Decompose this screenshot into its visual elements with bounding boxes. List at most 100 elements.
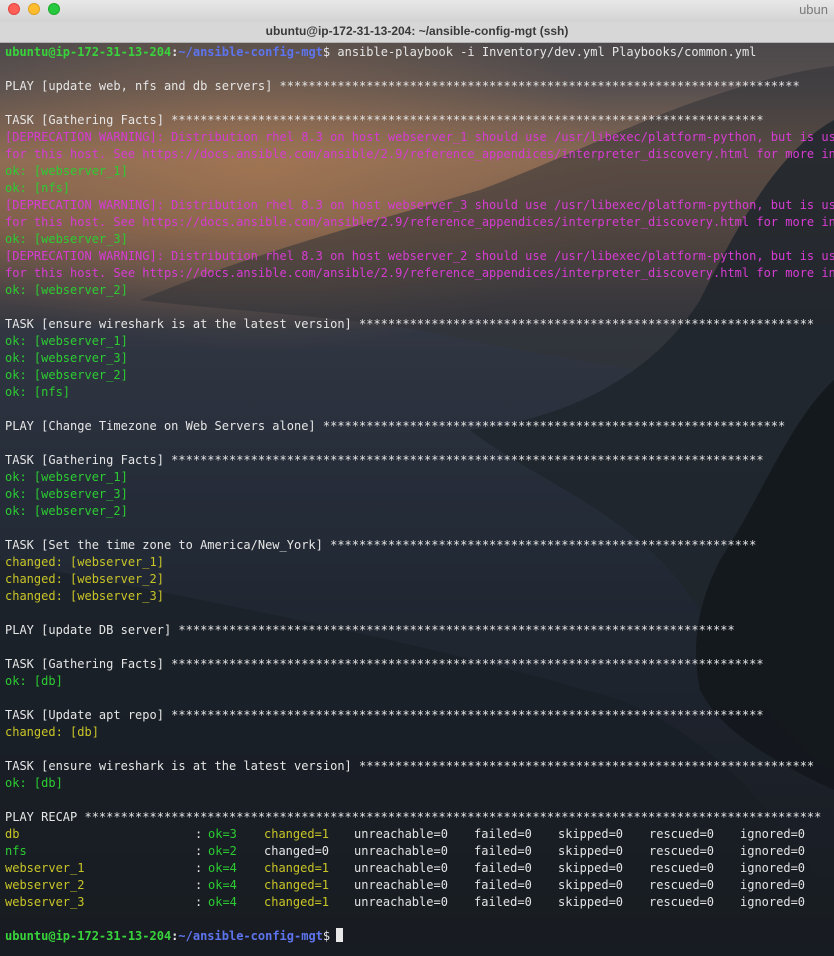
recap-rescued: rescued=0 [649, 861, 715, 875]
recap-failed: failed=0 [474, 844, 532, 858]
recap-rescued: rescued=0 [649, 844, 715, 858]
recap-ok: ok=4 [208, 861, 237, 875]
ok-result-line: ok: [webserver_2] [5, 368, 128, 382]
recap-ok: ok=4 [208, 878, 237, 892]
recap-colon: : [195, 861, 203, 875]
recap-changed: changed=1 [264, 895, 330, 909]
recap-failed: failed=0 [474, 878, 532, 892]
recap-ignored: ignored=0 [740, 827, 806, 841]
close-icon[interactable] [8, 3, 20, 15]
recap-unreachable: unreachable=0 [354, 861, 448, 875]
recap-failed: failed=0 [474, 861, 532, 875]
zoom-icon[interactable] [48, 3, 60, 15]
recap-ok: ok=2 [208, 844, 237, 858]
prompt-path: ~/ansible-config-mgt [178, 45, 323, 59]
recap-row: webserver_3 : ok=4 changed=1 unreachable… [5, 894, 834, 911]
final-prompt-line[interactable]: ubuntu@ip-172-31-13-204:~/ansible-config… [5, 928, 834, 945]
task-header: TASK [Update apt repo] *****************… [5, 708, 764, 722]
recap-failed: failed=0 [474, 827, 532, 841]
title-bar[interactable]: ubun [0, 0, 834, 23]
recap-ignored: ignored=0 [740, 844, 806, 858]
ok-result-line: ok: [nfs] [5, 385, 71, 399]
recap-changed: changed=1 [264, 861, 330, 875]
deprecation-warning-line: [DEPRECATION WARNING]: Distribution rhel… [5, 198, 834, 212]
text-cursor [336, 928, 344, 942]
recap-row: webserver_1 : ok=4 changed=1 unreachable… [5, 860, 834, 877]
ok-result-line: ok: [webserver_3] [5, 487, 128, 501]
prompt-symbol: $ [322, 929, 331, 943]
play-header: PLAY [update web, nfs and db servers] **… [5, 79, 800, 93]
ok-result-line: ok: [webserver_2] [5, 283, 128, 297]
task-header: TASK [Gathering Facts] *****************… [5, 657, 764, 671]
ok-result-line: ok: [db] [5, 776, 63, 790]
recap-rescued: rescued=0 [649, 827, 715, 841]
recap-failed: failed=0 [474, 895, 532, 909]
recap-changed: changed=1 [264, 878, 330, 892]
tab-title: ubuntu@ip-172-31-13-204: ~/ansible-confi… [265, 24, 569, 38]
terminal-output[interactable]: ubuntu@ip-172-31-13-204: ~/ansible-config… [5, 44, 834, 945]
recap-row: webserver_2 : ok=4 changed=1 unreachable… [5, 877, 834, 894]
recap-ignored: ignored=0 [740, 895, 806, 909]
task-header: TASK [Gathering Facts] *****************… [5, 113, 764, 127]
recap-row: db : ok=3 changed=1 unreachable=0 failed… [5, 826, 834, 843]
ok-result-line: ok: [db] [5, 674, 63, 688]
task-header: TASK [Set the time zone to America/New_Y… [5, 538, 757, 552]
recap-host: webserver_3 [5, 895, 85, 909]
recap-unreachable: unreachable=0 [354, 895, 448, 909]
recap-ignored: ignored=0 [740, 861, 806, 875]
task-header: TASK [ensure wireshark is at the latest … [5, 317, 815, 331]
command-text: ansible-playbook -i Inventory/dev.yml Pl… [330, 45, 757, 59]
recap-rescued: rescued=0 [649, 878, 715, 892]
changed-result-line: changed: [webserver_3] [5, 589, 164, 603]
deprecation-warning-line: [DEPRECATION WARNING]: Distribution rhel… [5, 130, 834, 144]
ok-result-line: ok: [webserver_3] [5, 351, 128, 365]
recap-ignored: ignored=0 [740, 878, 806, 892]
terminal-window: ubun ubuntu@ip-172-31-13-204: ~/ansible-… [0, 0, 834, 956]
recap-skipped: skipped=0 [558, 844, 624, 858]
minimize-icon[interactable] [28, 3, 40, 15]
recap-ok: ok=4 [208, 895, 237, 909]
deprecation-warning-line: for this host. See https://docs.ansible.… [5, 147, 834, 161]
recap-changed: changed=1 [264, 827, 330, 841]
task-header: TASK [ensure wireshark is at the latest … [5, 759, 815, 773]
recap-colon: : [195, 895, 203, 909]
recap-host: webserver_2 [5, 878, 85, 892]
prompt-path: ~/ansible-config-mgt [178, 929, 323, 943]
ok-result-line: ok: [webserver_1] [5, 164, 128, 178]
ok-result-line: ok: [webserver_1] [5, 470, 128, 484]
prompt-user-host: ubuntu@ip-172-31-13-204 [5, 45, 172, 59]
window-title-fragment: ubun [799, 2, 828, 17]
recap-host: webserver_1 [5, 861, 85, 875]
recap-host: db [5, 827, 20, 841]
recap-colon: : [195, 844, 203, 858]
recap-skipped: skipped=0 [558, 878, 624, 892]
recap-colon: : [195, 827, 203, 841]
play-header: PLAY [Change Timezone on Web Servers alo… [5, 419, 786, 433]
deprecation-warning-line: for this host. See https://docs.ansible.… [5, 215, 834, 229]
recap-ok: ok=3 [208, 827, 237, 841]
deprecation-warning-line: for this host. See https://docs.ansible.… [5, 266, 834, 280]
tab-bar[interactable]: ubuntu@ip-172-31-13-204: ~/ansible-confi… [0, 22, 834, 43]
ok-result-line: ok: [webserver_1] [5, 334, 128, 348]
play-recap-header: PLAY RECAP *****************************… [5, 810, 822, 824]
recap-unreachable: unreachable=0 [354, 844, 448, 858]
recap-rescued: rescued=0 [649, 895, 715, 909]
ok-result-line: ok: [webserver_3] [5, 232, 128, 246]
ok-result-line: ok: [nfs] [5, 181, 71, 195]
recap-skipped: skipped=0 [558, 895, 624, 909]
recap-skipped: skipped=0 [558, 827, 624, 841]
deprecation-warning-line: [DEPRECATION WARNING]: Distribution rhel… [5, 249, 834, 263]
ok-result-line: ok: [webserver_2] [5, 504, 128, 518]
recap-unreachable: unreachable=0 [354, 878, 448, 892]
recap-colon: : [195, 878, 203, 892]
task-header: TASK [Gathering Facts] *****************… [5, 453, 764, 467]
